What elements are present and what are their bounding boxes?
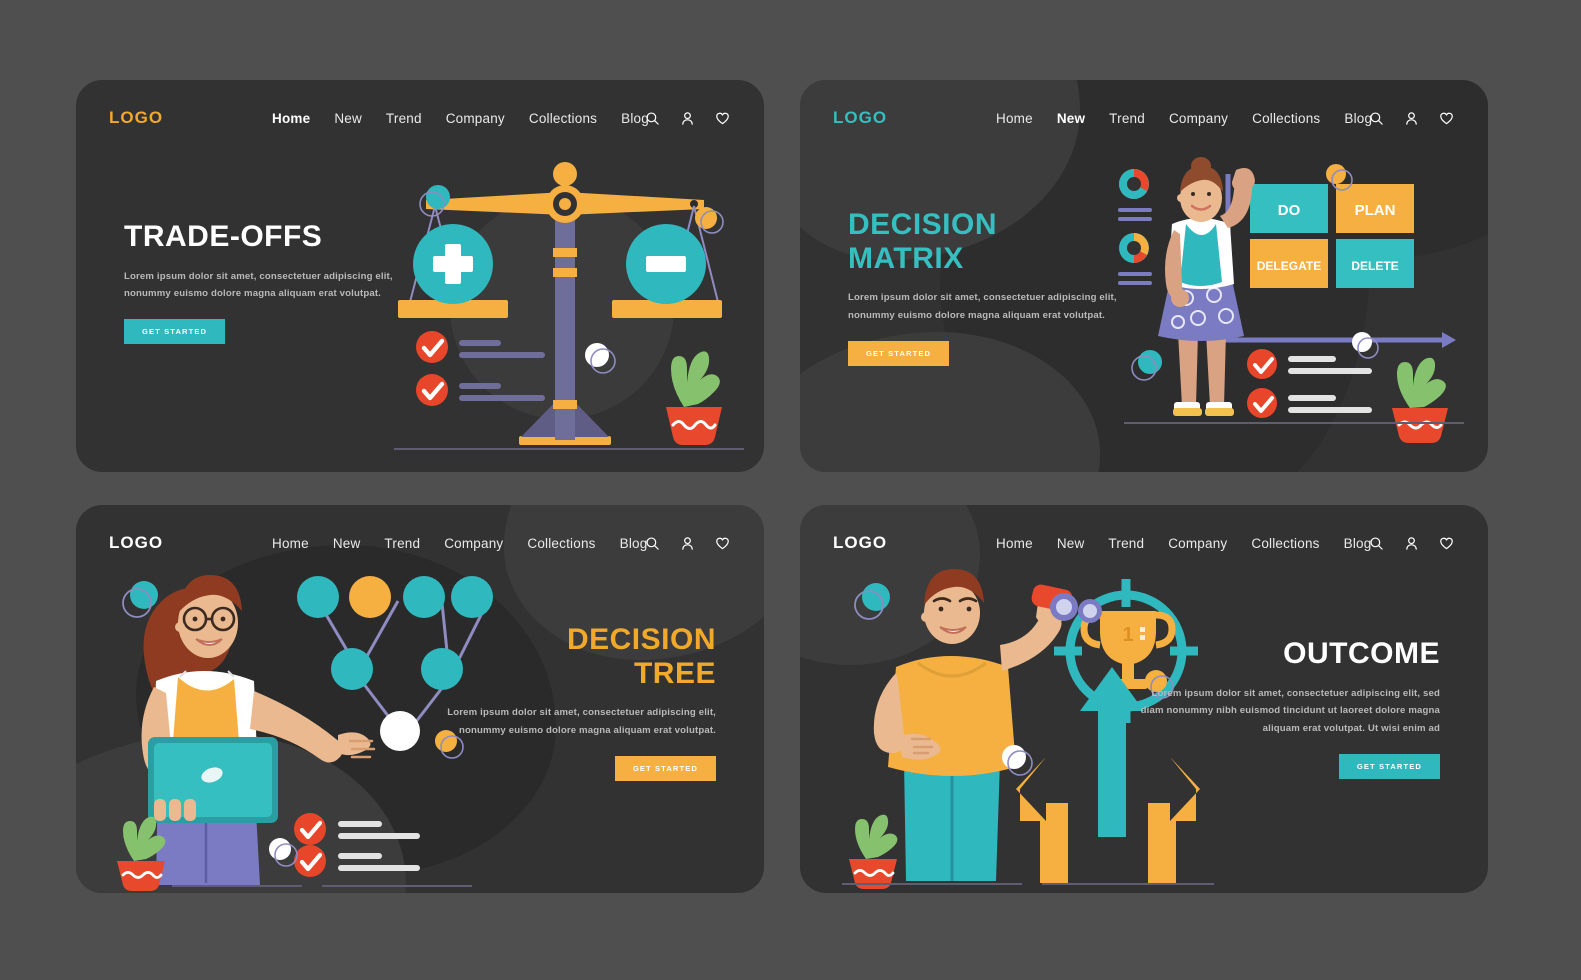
- nav-icons: [1369, 536, 1454, 551]
- illustration-balance-scale: [394, 162, 744, 450]
- heart-icon[interactable]: [1439, 111, 1454, 126]
- nav-link-home[interactable]: Home: [996, 536, 1033, 551]
- heart-icon[interactable]: [715, 111, 730, 126]
- user-icon[interactable]: [680, 111, 695, 126]
- nav-icons: [645, 111, 730, 126]
- navbar: LOGO Home New Trend Company Collections …: [800, 80, 1488, 156]
- logo[interactable]: LOGO: [833, 533, 887, 553]
- nav-menu: Home New Trend Company Collections Blog: [996, 111, 1372, 126]
- nav-menu: Home New Trend Company Collections Blog: [996, 536, 1371, 551]
- user-icon[interactable]: [680, 536, 695, 551]
- nav-link-trend[interactable]: Trend: [1108, 536, 1144, 551]
- page-title: DECISION MATRIX: [848, 208, 998, 275]
- nav-link-home[interactable]: Home: [996, 111, 1033, 126]
- nav-link-blog[interactable]: Blog: [1344, 536, 1372, 551]
- nav-link-trend[interactable]: Trend: [386, 111, 422, 126]
- nav-menu: Home New Trend Company Collections Blog: [272, 536, 647, 551]
- illustration-decision-matrix: DO PLAN DELEGATE DELETE: [1118, 157, 1464, 443]
- hero-outcome: OUTCOME Lorem ipsum dolor sit amet, cons…: [1140, 637, 1440, 779]
- nav-link-company[interactable]: Company: [1169, 111, 1228, 126]
- card-outcome: LOGO Home New Trend Company Collections …: [800, 505, 1488, 893]
- card-decision-matrix: LOGO Home New Trend Company Collections …: [800, 80, 1488, 472]
- hero-body: Lorem ipsum dolor sit amet, consectetuer…: [1140, 687, 1440, 735]
- hero-decision-matrix: DECISION MATRIX Lorem ipsum dolor sit am…: [848, 208, 1148, 366]
- nav-link-new[interactable]: New: [333, 536, 361, 551]
- get-started-button[interactable]: GET STARTED: [614, 755, 716, 781]
- nav-link-new[interactable]: New: [1057, 536, 1085, 551]
- hero-decision-tree: DECISION TREE Lorem ipsum dolor sit amet…: [416, 623, 716, 781]
- logo[interactable]: LOGO: [833, 108, 887, 128]
- logo[interactable]: LOGO: [109, 108, 163, 128]
- card-trade-offs: LOGO Home New Trend Company Collections …: [76, 80, 764, 472]
- nav-link-home[interactable]: Home: [272, 111, 310, 126]
- svg-text:1: 1: [1122, 624, 1133, 646]
- svg-text:DELEGATE: DELEGATE: [1257, 259, 1321, 273]
- get-started-button[interactable]: GET STARTED: [124, 319, 226, 345]
- navbar: LOGO Home New Trend Company Collections …: [76, 505, 764, 581]
- user-icon[interactable]: [1404, 111, 1419, 126]
- nav-link-home[interactable]: Home: [272, 536, 309, 551]
- nav-icons: [1369, 111, 1454, 126]
- nav-link-blog[interactable]: Blog: [620, 536, 648, 551]
- nav-link-new[interactable]: New: [334, 111, 362, 126]
- logo[interactable]: LOGO: [109, 533, 163, 553]
- heart-icon[interactable]: [715, 536, 730, 551]
- page-title: TRADE-OFFS: [124, 220, 323, 253]
- search-icon[interactable]: [645, 536, 660, 551]
- nav-link-collections[interactable]: Collections: [1252, 111, 1320, 126]
- nav-link-collections[interactable]: Collections: [529, 111, 597, 126]
- navbar: LOGO Home New Trend Company Collections …: [800, 505, 1488, 581]
- svg-text:DELETE: DELETE: [1351, 259, 1398, 273]
- nav-link-collections[interactable]: Collections: [1251, 536, 1319, 551]
- nav-icons: [645, 536, 730, 551]
- get-started-button[interactable]: GET STARTED: [848, 340, 950, 366]
- hero-body: Lorem ipsum dolor sit amet, consectetuer…: [848, 292, 1117, 321]
- nav-link-collections[interactable]: Collections: [527, 536, 595, 551]
- user-icon[interactable]: [1404, 536, 1419, 551]
- nav-menu: Home New Trend Company Collections Blog: [272, 111, 649, 126]
- card-decision-tree: LOGO Home New Trend Company Collections …: [76, 505, 764, 893]
- page-stage: LOGO Home New Trend Company Collections …: [0, 0, 1581, 980]
- hero-trade-offs: TRADE-OFFS Lorem ipsum dolor sit amet, c…: [124, 220, 424, 345]
- page-title: OUTCOME: [1283, 637, 1440, 670]
- nav-link-company[interactable]: Company: [1168, 536, 1227, 551]
- hero-body: Lorem ipsum dolor sit amet, consectetuer…: [124, 270, 393, 300]
- svg-text:DO: DO: [1278, 202, 1301, 219]
- page-title: DECISION TREE: [566, 623, 716, 690]
- search-icon[interactable]: [1369, 111, 1384, 126]
- heart-icon[interactable]: [1439, 536, 1454, 551]
- nav-link-company[interactable]: Company: [446, 111, 505, 126]
- navbar: LOGO Home New Trend Company Collections …: [76, 80, 764, 156]
- search-icon[interactable]: [1369, 536, 1384, 551]
- nav-link-blog[interactable]: Blog: [1344, 111, 1372, 126]
- get-started-button[interactable]: GET STARTED: [1338, 753, 1440, 779]
- nav-link-company[interactable]: Company: [444, 536, 503, 551]
- nav-link-trend[interactable]: Trend: [384, 536, 420, 551]
- search-icon[interactable]: [645, 111, 660, 126]
- svg-text:PLAN: PLAN: [1355, 202, 1396, 219]
- nav-link-new[interactable]: New: [1057, 111, 1085, 126]
- nav-link-trend[interactable]: Trend: [1109, 111, 1145, 126]
- hero-body: Lorem ipsum dolor sit amet, consectetuer…: [447, 707, 716, 736]
